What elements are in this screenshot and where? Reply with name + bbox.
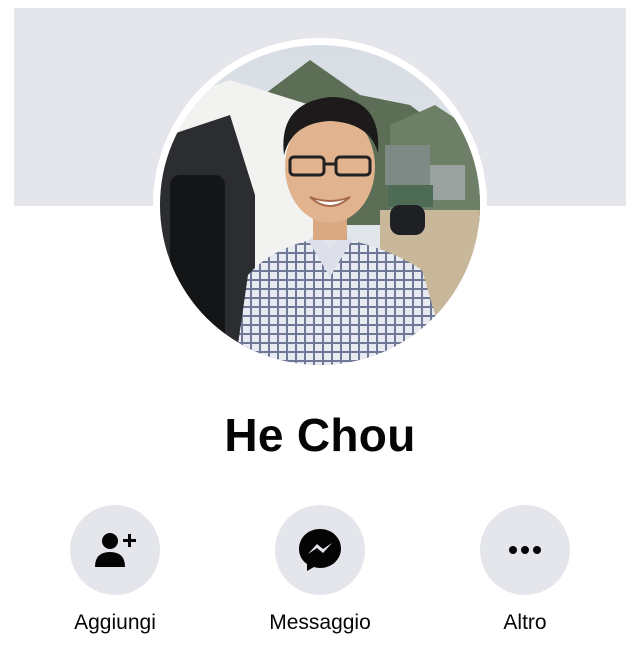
message-label: Messaggio	[269, 611, 371, 634]
more-label: Altro	[503, 611, 547, 634]
add-friend-icon	[95, 533, 136, 567]
add-friend-label: Aggiungi	[74, 611, 156, 634]
message-button[interactable]	[275, 505, 365, 595]
message-action[interactable]: Messaggio	[240, 505, 400, 635]
more-action[interactable]: Altro	[445, 505, 605, 635]
messenger-icon	[299, 529, 341, 571]
add-friend-button[interactable]	[70, 505, 160, 595]
add-friend-action[interactable]: Aggiungi	[35, 505, 195, 635]
profile-name: He Chou	[224, 409, 416, 461]
more-button[interactable]	[480, 505, 570, 595]
profile-picture[interactable]	[160, 45, 480, 365]
more-icon	[509, 546, 541, 554]
